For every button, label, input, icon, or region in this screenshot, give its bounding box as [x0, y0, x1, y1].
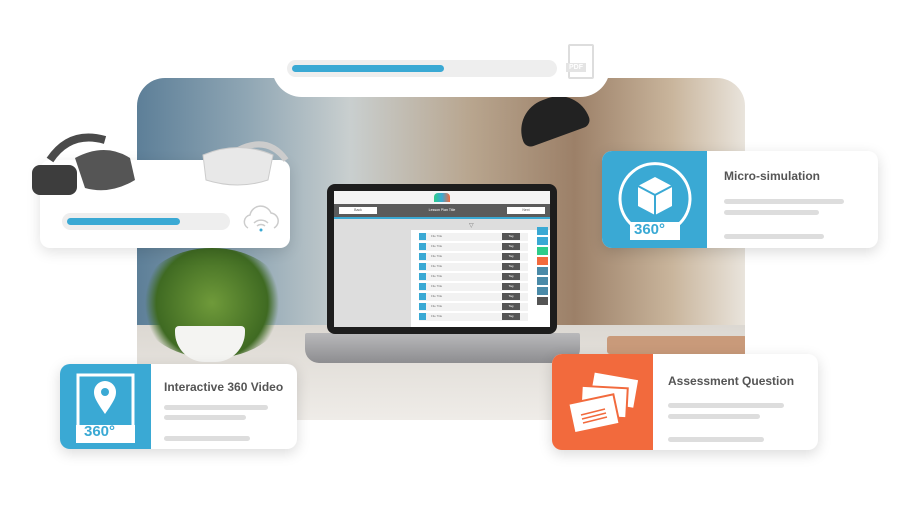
file-row[interactable]: File Title Tag: [419, 273, 528, 281]
assessment-question-card[interactable]: Assessment Question: [552, 354, 818, 450]
lesson-title: Lesson Plan Title: [428, 208, 456, 212]
file-checkbox[interactable]: [419, 233, 426, 240]
file-checkbox[interactable]: [419, 293, 426, 300]
logo-icon: [434, 193, 450, 202]
interactive-360-video-card[interactable]: 360° Interactive 360 Video: [60, 364, 297, 449]
sidebar-tool-button[interactable]: [537, 257, 548, 265]
file-row[interactable]: File Title Tag: [419, 283, 528, 291]
sidebar-tool-button[interactable]: [537, 297, 548, 305]
laptop-screen: Back Lesson Plan Title Next ▽ File Title…: [334, 191, 550, 327]
file-tag[interactable]: Tag: [502, 253, 520, 260]
file-title: File Title: [431, 314, 443, 318]
badge-360: 360°: [634, 221, 666, 238]
file-row[interactable]: File Title Tag: [419, 263, 528, 271]
file-tag[interactable]: Tag: [502, 263, 520, 270]
file-row[interactable]: File Title Tag: [419, 233, 528, 241]
file-checkbox[interactable]: [419, 263, 426, 270]
file-title: File Title: [431, 304, 443, 308]
badge-360: 360°: [84, 423, 116, 440]
file-checkbox[interactable]: [419, 303, 426, 310]
file-tag[interactable]: Tag: [502, 313, 520, 320]
sync-progress-bar: [62, 213, 230, 230]
card-title: Assessment Question: [668, 374, 795, 388]
file-checkbox[interactable]: [419, 253, 426, 260]
micro-simulation-card[interactable]: 360° Micro-simulation: [602, 151, 878, 248]
upload-progress-bar: [287, 60, 557, 77]
card-title: Micro-simulation: [724, 169, 821, 183]
vr-headset-white-icon: [202, 141, 289, 186]
notebook: [607, 336, 745, 354]
file-tag[interactable]: Tag: [502, 233, 520, 240]
file-tag[interactable]: Tag: [502, 273, 520, 280]
video-icon-panel: 360°: [60, 364, 151, 449]
pdf-file-icon: PDF: [566, 44, 594, 79]
file-row[interactable]: File Title Tag: [419, 253, 528, 261]
file-row[interactable]: File Title Tag: [419, 293, 528, 301]
sidebar-tool-button[interactable]: [537, 247, 548, 255]
file-row[interactable]: File Title Tag: [419, 313, 528, 321]
cloud-wifi-icon: [243, 205, 279, 232]
file-tag[interactable]: Tag: [502, 303, 520, 310]
vr-headset-dark-icon: [32, 133, 135, 195]
file-title: File Title: [431, 294, 443, 298]
back-button[interactable]: Back: [339, 207, 377, 214]
sidebar-tool-button[interactable]: [537, 277, 548, 285]
file-list: File Title Tag File Title Tag File Title Tag F…: [411, 227, 550, 327]
file-checkbox[interactable]: [419, 243, 426, 250]
file-row[interactable]: File Title Tag: [419, 303, 528, 311]
file-checkbox[interactable]: [419, 313, 426, 320]
file-checkbox[interactable]: [419, 273, 426, 280]
laptop: Back Lesson Plan Title Next ▽ File Title…: [327, 184, 557, 334]
next-button[interactable]: Next: [507, 207, 545, 214]
assessment-icon-panel: [552, 354, 653, 450]
micro-simulation-icon-panel: 360°: [602, 151, 707, 248]
file-title: File Title: [431, 254, 443, 258]
file-tag[interactable]: Tag: [502, 243, 520, 250]
file-title: File Title: [431, 244, 443, 248]
file-title: File Title: [431, 284, 443, 288]
file-title: File Title: [431, 234, 443, 238]
file-tag[interactable]: Tag: [502, 293, 520, 300]
file-title: File Title: [431, 264, 443, 268]
upload-progress-card: PDF: [272, 30, 610, 97]
sidebar-tool-button[interactable]: [537, 227, 548, 235]
file-checkbox[interactable]: [419, 283, 426, 290]
laptop-base: [305, 333, 580, 363]
file-row[interactable]: File Title Tag: [419, 243, 528, 251]
card-title: Interactive 360 Video: [164, 380, 284, 394]
sidebar-tool-button[interactable]: [537, 287, 548, 295]
file-tag[interactable]: Tag: [502, 283, 520, 290]
cards-icon: [566, 370, 640, 435]
sidebar-tool-button[interactable]: [537, 267, 548, 275]
sidebar-tool-button[interactable]: [537, 237, 548, 245]
file-title: File Title: [431, 274, 443, 278]
filter-icon[interactable]: ▽: [469, 222, 474, 229]
